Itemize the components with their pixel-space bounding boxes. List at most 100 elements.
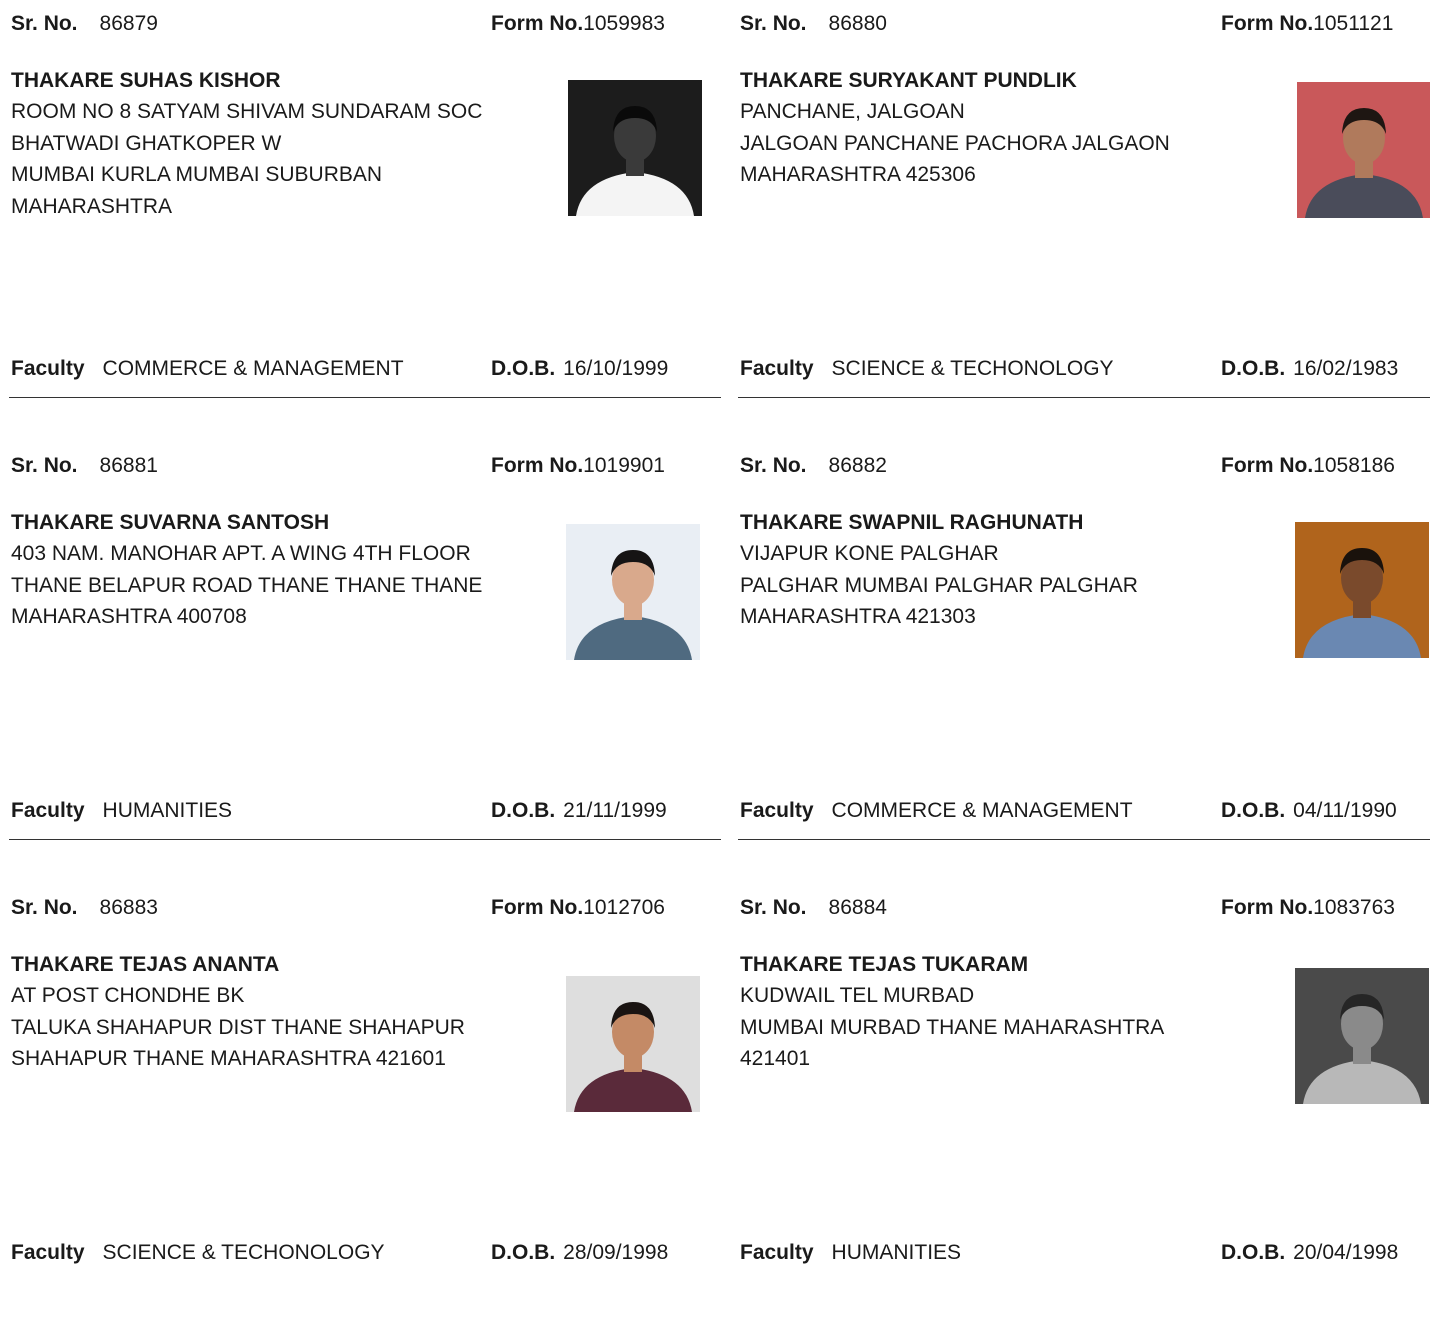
record-card: Sr. No. 86881 Form No.1019901 THAKARE SUV… [9,442,721,884]
student-photo [1295,968,1429,1104]
portrait-figure [566,524,700,660]
faculty-field: Faculty COMMERCE & MANAGEMENT [11,357,404,383]
faculty-value: HUMANITIES [831,1241,962,1264]
sr-no-value: 86882 [828,454,887,477]
dob-label: D.O.B. [491,1241,556,1264]
faculty-value: HUMANITIES [102,799,233,822]
faculty-field: Faculty COMMERCE & MANAGEMENT [740,799,1133,825]
portrait-figure [1295,968,1429,1104]
faculty-label: Faculty [740,1241,814,1264]
form-no-value: 1059983 [583,12,665,35]
record-card: Sr. No. 86879 Form No.1059983 THAKARE SUH… [9,0,721,442]
sr-no-value: 86879 [99,12,158,35]
dob-field: D.O.B. 28/09/1998 [491,1241,668,1267]
sr-no-value: 86881 [99,454,158,477]
form-no-field: Form No.1012706 [491,896,665,922]
sr-no-value: 86880 [828,12,887,35]
dob-field: D.O.B. 16/10/1999 [491,357,668,383]
sr-no-label: Sr. No. [11,454,78,477]
student-photo [1295,522,1429,658]
sr-no-field: Sr. No. 86879 [11,12,158,38]
faculty-field: Faculty HUMANITIES [11,799,232,825]
record-card: Sr. No. 86884 Form No.1083763 THAKARE TEJ… [738,884,1430,1326]
student-name: THAKARE TEJAS ANANTA [11,953,280,976]
faculty-field: Faculty HUMANITIES [740,1241,961,1267]
faculty-label: Faculty [740,799,814,822]
dob-label: D.O.B. [1221,1241,1286,1264]
sr-no-field: Sr. No. 86881 [11,454,158,480]
form-no-label: Form No. [491,12,584,35]
form-no-value: 1051121 [1313,12,1394,35]
dob-value: 21/11/1999 [563,799,667,822]
student-photo [566,976,700,1112]
student-name: THAKARE SUHAS KISHOR [11,69,281,92]
faculty-value: COMMERCE & MANAGEMENT [831,799,1133,822]
student-photo [1297,82,1430,218]
form-no-label: Form No. [1221,896,1314,919]
portrait-figure [568,80,702,216]
sr-no-label: Sr. No. [11,12,78,35]
form-no-value: 1012706 [583,896,665,919]
form-no-label: Form No. [1221,454,1314,477]
sr-no-value: 86883 [99,896,158,919]
address: 403 NAM. MANOHAR APT. A WING 4TH FLOOR T… [11,542,483,628]
student-name: THAKARE SWAPNIL RAGHUNATH [740,511,1084,534]
form-no-field: Form No.1083763 [1221,896,1395,922]
form-no-label: Form No. [491,454,584,477]
faculty-value: COMMERCE & MANAGEMENT [102,357,404,380]
student-name: THAKARE SUVARNA SANTOSH [11,511,330,534]
sr-no-field: Sr. No. 86880 [740,12,887,38]
dob-field: D.O.B. 20/04/1998 [1221,1241,1398,1267]
sr-no-label: Sr. No. [11,896,78,919]
dob-label: D.O.B. [1221,799,1286,822]
student-name: THAKARE SURYAKANT PUNDLIK [740,69,1077,92]
student-name: THAKARE TEJAS TUKARAM [740,953,1029,976]
faculty-value: SCIENCE & TECHONOLOGY [831,357,1114,380]
faculty-label: Faculty [740,357,814,380]
address: AT POST CHONDHE BK TALUKA SHAHAPUR DIST … [11,984,465,1070]
dob-label: D.O.B. [1221,357,1286,380]
record-card: Sr. No. 86880 Form No.1051121 THAKARE SUR… [738,0,1430,442]
faculty-field: Faculty SCIENCE & TECHONOLOGY [740,357,1114,383]
divider [9,839,721,840]
portrait-figure [1297,82,1430,218]
form-no-label: Form No. [1221,12,1314,35]
dob-label: D.O.B. [491,357,556,380]
divider [9,397,721,398]
record-card: Sr. No. 86883 Form No.1012706 THAKARE TEJ… [9,884,721,1326]
sr-no-value: 86884 [828,896,887,919]
student-photo [568,80,702,216]
sr-no-label: Sr. No. [740,896,807,919]
dob-value: 20/04/1998 [1293,1241,1399,1264]
sr-no-field: Sr. No. 86884 [740,896,887,922]
dob-value: 16/02/1983 [1293,357,1399,380]
form-no-value: 1058186 [1313,454,1395,477]
form-no-field: Form No.1059983 [491,12,665,38]
faculty-value: SCIENCE & TECHONOLOGY [102,1241,385,1264]
address: PANCHANE, JALGOAN JALGOAN PANCHANE PACHO… [740,100,1170,186]
form-no-field: Form No.1058186 [1221,454,1395,480]
dob-value: 16/10/1999 [563,357,669,380]
faculty-label: Faculty [11,1241,85,1264]
portrait-figure [1295,522,1429,658]
faculty-field: Faculty SCIENCE & TECHONOLOGY [11,1241,385,1267]
dob-field: D.O.B. 04/11/1990 [1221,799,1397,825]
form-no-label: Form No. [491,896,584,919]
faculty-label: Faculty [11,799,85,822]
form-no-value: 1083763 [1313,896,1395,919]
dob-label: D.O.B. [491,799,556,822]
sr-no-label: Sr. No. [740,454,807,477]
address: VIJAPUR KONE PALGHAR PALGHAR MUMBAI PALG… [740,542,1138,628]
form-no-value: 1019901 [583,454,665,477]
divider [738,839,1430,840]
address: KUDWAIL TEL MURBAD MUMBAI MURBAD THANE M… [740,984,1165,1070]
dob-field: D.O.B. 21/11/1999 [491,799,667,825]
address: ROOM NO 8 SATYAM SHIVAM SUNDARAM SOC BHA… [11,100,483,218]
divider [738,397,1430,398]
record-card: Sr. No. 86882 Form No.1058186 THAKARE SWA… [738,442,1430,884]
faculty-label: Faculty [11,357,85,380]
portrait-figure [566,976,700,1112]
form-no-field: Form No.1051121 [1221,12,1393,38]
sr-no-label: Sr. No. [740,12,807,35]
form-no-field: Form No.1019901 [491,454,665,480]
